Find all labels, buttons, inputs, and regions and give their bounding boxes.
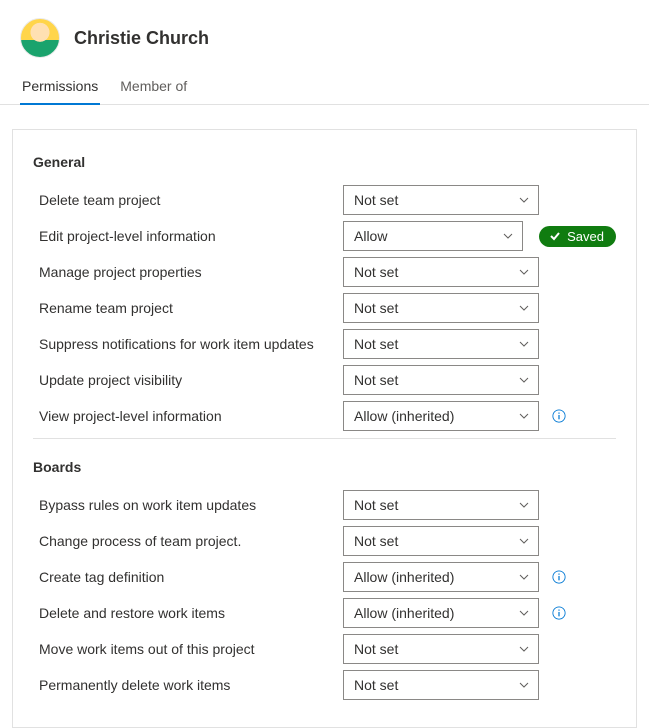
tab-label: Permissions	[22, 78, 98, 94]
permission-row: Manage project properties Not set	[33, 254, 616, 290]
permission-label: Update project visibility	[33, 366, 333, 394]
permission-label: Change process of team project.	[33, 527, 333, 555]
permission-row: Change process of team project. Not set	[33, 523, 616, 559]
chevron-down-icon	[518, 499, 530, 511]
chevron-down-icon	[518, 643, 530, 655]
permission-dropdown[interactable]: Not set	[343, 257, 539, 287]
permission-value: Not set	[354, 677, 398, 693]
chevron-down-icon	[518, 194, 530, 206]
permission-row: Bypass rules on work item updates Not set	[33, 487, 616, 523]
permission-dropdown[interactable]: Not set	[343, 634, 539, 664]
permission-dropdown[interactable]: Not set	[343, 490, 539, 520]
permission-dropdown[interactable]: Allow (inherited)	[343, 401, 539, 431]
section-title: Boards	[33, 453, 616, 487]
permission-value: Not set	[354, 300, 398, 316]
permission-label: Bypass rules on work item updates	[33, 491, 333, 519]
permission-value: Allow (inherited)	[354, 569, 454, 585]
tab-member-of[interactable]: Member of	[118, 68, 189, 104]
info-icon[interactable]	[551, 408, 567, 424]
permission-dropdown[interactable]: Allow (inherited)	[343, 598, 539, 628]
permission-dropdown[interactable]: Not set	[343, 365, 539, 395]
chevron-down-icon	[518, 535, 530, 547]
permission-value: Not set	[354, 497, 398, 513]
permission-row: Create tag definition Allow (inherited)	[33, 559, 616, 595]
avatar	[20, 18, 60, 58]
permission-row: Suppress notifications for work item upd…	[33, 326, 616, 362]
permission-section: Boards Bypass rules on work item updates N…	[33, 453, 616, 707]
permission-label: View project-level information	[33, 402, 333, 430]
chevron-down-icon	[518, 374, 530, 386]
permission-value: Not set	[354, 641, 398, 657]
permission-value: Not set	[354, 192, 398, 208]
permission-value: Allow (inherited)	[354, 408, 454, 424]
permission-value: Not set	[354, 336, 398, 352]
permission-row: Delete and restore work items Allow (inhe…	[33, 595, 616, 631]
tab-permissions[interactable]: Permissions	[20, 68, 100, 104]
permission-row: Delete team project Not set	[33, 182, 616, 218]
permission-label: Edit project-level information	[33, 222, 333, 250]
permission-dropdown[interactable]: Allow	[343, 221, 523, 251]
chevron-down-icon	[518, 679, 530, 691]
permission-dropdown[interactable]: Not set	[343, 670, 539, 700]
permission-dropdown[interactable]: Allow (inherited)	[343, 562, 539, 592]
chevron-down-icon	[502, 230, 514, 242]
tabs: Permissions Member of	[0, 68, 649, 105]
permission-label: Move work items out of this project	[33, 635, 333, 663]
info-icon[interactable]	[551, 569, 567, 585]
chevron-down-icon	[518, 410, 530, 422]
permission-value: Allow (inherited)	[354, 605, 454, 621]
chevron-down-icon	[518, 266, 530, 278]
permission-row: View project-level information Allow (inh…	[33, 398, 616, 434]
permission-label: Manage project properties	[33, 258, 333, 286]
chevron-down-icon	[518, 607, 530, 619]
checkmark-icon	[549, 230, 561, 242]
permission-value: Not set	[354, 533, 398, 549]
permission-row: Move work items out of this project Not s…	[33, 631, 616, 667]
permission-row: Update project visibility Not set	[33, 362, 616, 398]
permission-dropdown[interactable]: Not set	[343, 293, 539, 323]
permission-dropdown[interactable]: Not set	[343, 526, 539, 556]
permission-value: Allow	[354, 228, 387, 244]
chevron-down-icon	[518, 571, 530, 583]
permission-dropdown[interactable]: Not set	[343, 185, 539, 215]
permission-label: Delete and restore work items	[33, 599, 333, 627]
user-name: Christie Church	[74, 28, 209, 49]
permission-label: Suppress notifications for work item upd…	[33, 330, 333, 358]
permission-row: Permanently delete work itemsNot set	[33, 667, 616, 703]
header: Christie Church	[0, 0, 649, 68]
permission-row: Edit project-level information Allow Saved	[33, 218, 616, 254]
saved-badge: Saved	[539, 226, 616, 247]
permission-label: Delete team project	[33, 186, 333, 214]
section-title: General	[33, 148, 616, 182]
permission-row: Rename team project Not set	[33, 290, 616, 326]
info-icon[interactable]	[551, 605, 567, 621]
chevron-down-icon	[518, 302, 530, 314]
permission-value: Not set	[354, 264, 398, 280]
permission-label: Create tag definition	[33, 563, 333, 591]
saved-label: Saved	[567, 229, 604, 244]
chevron-down-icon	[518, 338, 530, 350]
tab-label: Member of	[120, 78, 187, 94]
permission-label: Rename team project	[33, 294, 333, 322]
permission-section: General Delete team project Not set Edit pr…	[33, 148, 616, 439]
permission-dropdown[interactable]: Not set	[343, 329, 539, 359]
permission-value: Not set	[354, 372, 398, 388]
permissions-panel: General Delete team project Not set Edit pr…	[12, 129, 637, 728]
